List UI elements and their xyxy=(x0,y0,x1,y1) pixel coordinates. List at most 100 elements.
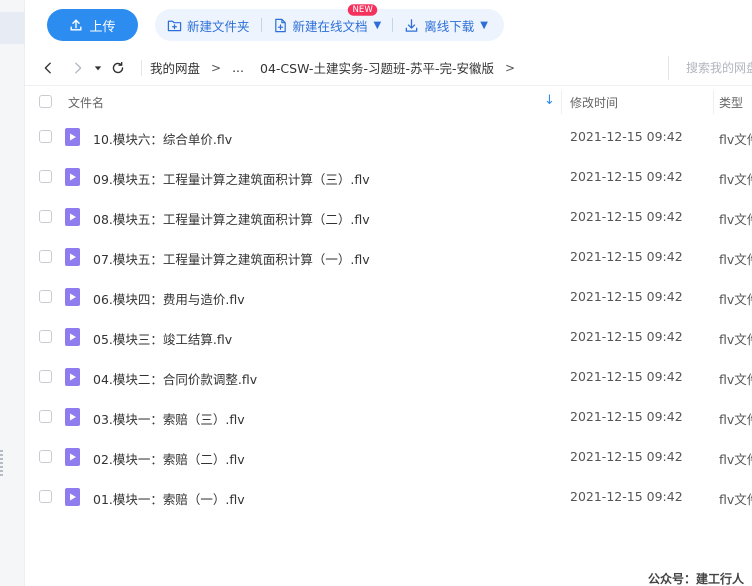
caret-down-icon xyxy=(94,65,102,70)
history-dropdown[interactable] xyxy=(91,55,105,81)
sidebar-resize-handle[interactable] xyxy=(0,450,3,476)
row-checkbox[interactable] xyxy=(39,370,52,383)
file-type: flv文件 xyxy=(719,252,752,267)
file-type: flv文件 xyxy=(719,452,752,467)
sidebar xyxy=(0,0,25,586)
table-row[interactable]: 03.模块一：索赔（三）.flv 2021-12-15 09:42 flv文件 xyxy=(25,397,752,437)
video-file-icon xyxy=(65,128,80,146)
forward-button[interactable] xyxy=(65,55,91,81)
row-checkbox[interactable] xyxy=(39,290,52,303)
row-checkbox[interactable] xyxy=(39,170,52,183)
file-type: flv文件 xyxy=(719,292,752,307)
file-type: flv文件 xyxy=(719,332,752,347)
file-modified-time: 2021-12-15 09:42 xyxy=(570,369,683,384)
file-modified-time: 2021-12-15 09:42 xyxy=(570,249,683,264)
table-row[interactable]: 05.模块三：竣工结算.flv 2021-12-15 09:42 flv文件 xyxy=(25,317,752,357)
offline-download-button[interactable]: 离线下载 ▼ xyxy=(404,9,488,41)
table-row[interactable]: 09.模块五：工程量计算之建筑面积计算（三）.flv 2021-12-15 09… xyxy=(25,157,752,197)
file-type: flv文件 xyxy=(719,172,752,187)
table-row[interactable]: 01.模块一：索赔（一）.flv 2021-12-15 09:42 flv文件 xyxy=(25,477,752,517)
chevron-left-icon xyxy=(44,61,51,74)
back-button[interactable] xyxy=(35,55,61,81)
row-checkbox[interactable] xyxy=(39,250,52,263)
video-file-icon xyxy=(65,488,80,506)
file-name[interactable]: 01.模块一：索赔（一）.flv xyxy=(93,489,245,508)
video-file-icon xyxy=(65,328,80,346)
document-plus-icon xyxy=(274,18,286,32)
search-input[interactable]: 搜索我的网盘 xyxy=(668,56,752,80)
watermark-text: 公众号：建工行人 xyxy=(648,572,745,586)
chevron-right-icon xyxy=(75,61,82,74)
file-name[interactable]: 04.模块二：合同价款调整.flv xyxy=(93,369,257,388)
upload-icon xyxy=(70,19,82,31)
file-modified-time: 2021-12-15 09:42 xyxy=(570,169,683,184)
table-row[interactable]: 07.模块五：工程量计算之建筑面积计算（一）.flv 2021-12-15 09… xyxy=(25,237,752,277)
file-modified-time: 2021-12-15 09:42 xyxy=(570,329,683,344)
select-all-checkbox[interactable] xyxy=(39,95,52,108)
refresh-icon xyxy=(112,61,124,73)
breadcrumb-root[interactable]: 我的网盘 xyxy=(150,58,200,77)
file-modified-time: 2021-12-15 09:42 xyxy=(570,449,683,464)
refresh-button[interactable] xyxy=(105,55,131,81)
video-file-icon xyxy=(65,168,80,186)
column-header-type[interactable]: 类型 xyxy=(719,94,743,111)
breadcrumb-current[interactable]: 04-CSW-土建实务-习题班-苏平-完-安徽版 xyxy=(260,58,494,77)
chevron-down-icon: ▼ xyxy=(480,19,488,31)
column-header-name[interactable]: 文件名 xyxy=(68,94,104,111)
folder-plus-icon xyxy=(167,20,182,31)
upload-button[interactable]: 上传 xyxy=(47,9,138,41)
file-name[interactable]: 06.模块四：费用与造价.flv xyxy=(93,289,245,308)
table-row[interactable]: 02.模块一：索赔（二）.flv 2021-12-15 09:42 flv文件 xyxy=(25,437,752,477)
row-checkbox[interactable] xyxy=(39,450,52,463)
file-name[interactable]: 10.模块六：综合单价.flv xyxy=(93,129,232,148)
new-folder-button[interactable]: 新建文件夹 xyxy=(167,9,250,41)
row-checkbox[interactable] xyxy=(39,130,52,143)
file-type: flv文件 xyxy=(719,372,752,387)
file-type: flv文件 xyxy=(719,492,752,507)
column-header-modified[interactable]: 修改时间 xyxy=(570,94,618,111)
file-name[interactable]: 07.模块五：工程量计算之建筑面积计算（一）.flv xyxy=(93,249,370,268)
file-modified-time: 2021-12-15 09:42 xyxy=(570,409,683,424)
file-name[interactable]: 03.模块一：索赔（三）.flv xyxy=(93,409,245,428)
breadcrumb-separator: > xyxy=(211,60,222,75)
new-badge: NEW xyxy=(347,4,378,16)
toolbar-actions: 新建文件夹 新建在线文档 ▼ NEW 离线下载 ▼ xyxy=(155,4,504,41)
file-name[interactable]: 02.模块一：索赔（二）.flv xyxy=(93,449,245,468)
sort-down-icon[interactable]: ↓ xyxy=(544,93,555,108)
row-checkbox[interactable] xyxy=(39,210,52,223)
row-checkbox[interactable] xyxy=(39,410,52,423)
video-file-icon xyxy=(65,448,80,466)
new-online-doc-button[interactable]: 新建在线文档 ▼ NEW xyxy=(273,4,381,41)
sidebar-active-item[interactable] xyxy=(0,12,25,44)
video-file-icon xyxy=(65,248,80,266)
new-online-doc-label: 新建在线文档 xyxy=(292,18,368,34)
file-name[interactable]: 09.模块五：工程量计算之建筑面积计算（三）.flv xyxy=(93,169,370,188)
file-type: flv文件 xyxy=(719,132,752,147)
file-name[interactable]: 08.模块五：工程量计算之建筑面积计算（二）.flv xyxy=(93,209,370,228)
table-row[interactable]: 04.模块二：合同价款调整.flv 2021-12-15 09:42 flv文件 xyxy=(25,357,752,397)
column-divider[interactable] xyxy=(713,90,714,114)
video-file-icon xyxy=(65,368,80,386)
toolbar-divider xyxy=(392,18,394,32)
breadcrumb-ellipsis[interactable]: ... xyxy=(232,60,244,75)
navigation-bar: 我的网盘 > ... 04-CSW-土建实务-习题班-苏平-完-安徽版 > 搜索… xyxy=(25,50,752,86)
file-modified-time: 2021-12-15 09:42 xyxy=(570,289,683,304)
file-name[interactable]: 05.模块三：竣工结算.flv xyxy=(93,329,232,348)
file-type: flv文件 xyxy=(719,412,752,427)
new-folder-label: 新建文件夹 xyxy=(187,18,250,34)
file-modified-time: 2021-12-15 09:42 xyxy=(570,129,683,144)
row-checkbox[interactable] xyxy=(39,330,52,343)
video-file-icon xyxy=(65,208,80,226)
table-row[interactable]: 10.模块六：综合单价.flv 2021-12-15 09:42 flv文件 xyxy=(25,117,752,157)
search-placeholder: 搜索我的网盘 xyxy=(686,61,752,75)
file-modified-time: 2021-12-15 09:42 xyxy=(570,209,683,224)
toolbar: 上传 新建文件夹 新建在线文档 ▼ NEW 离线下载 ▼ xyxy=(25,0,752,50)
table-row[interactable]: 06.模块四：费用与造价.flv 2021-12-15 09:42 flv文件 xyxy=(25,277,752,317)
row-checkbox[interactable] xyxy=(39,490,52,503)
file-type: flv文件 xyxy=(719,212,752,227)
table-row[interactable]: 08.模块五：工程量计算之建筑面积计算（二）.flv 2021-12-15 09… xyxy=(25,197,752,237)
column-divider[interactable] xyxy=(561,90,562,114)
file-list: 10.模块六：综合单价.flv 2021-12-15 09:42 flv文件 0… xyxy=(25,117,752,517)
nav-divider xyxy=(141,59,142,76)
file-modified-time: 2021-12-15 09:42 xyxy=(570,489,683,504)
